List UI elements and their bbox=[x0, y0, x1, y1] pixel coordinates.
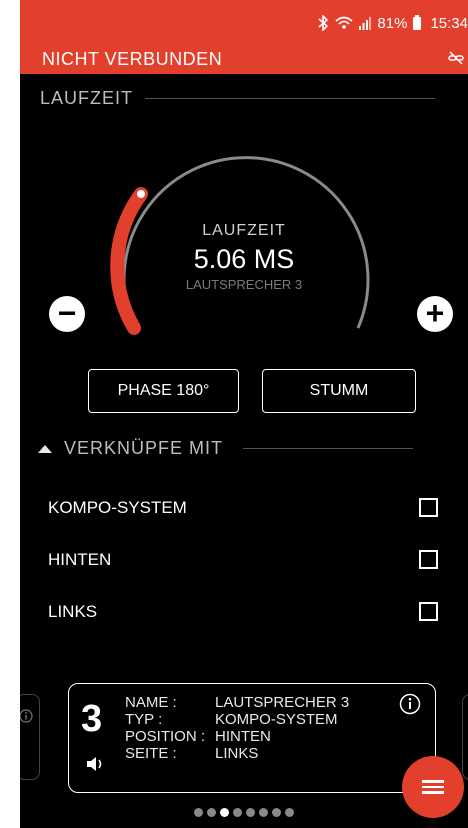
link-option-row[interactable]: HINTEN bbox=[20, 540, 468, 580]
link-section-header[interactable]: VERKNÜPFE MIT bbox=[20, 438, 414, 459]
page-dot[interactable] bbox=[194, 808, 203, 817]
dial-label: LAUFZEIT bbox=[202, 222, 286, 239]
position-value: HINTEN bbox=[215, 728, 271, 745]
delay-dial[interactable]: LAUFZEIT 5.06 MS LAUTSPRECHER 3 − + bbox=[20, 110, 468, 350]
laufzeit-section-header: LAUFZEIT bbox=[20, 88, 436, 109]
speaker-info-labels: NAME : TYP : POSITION : SEITE : bbox=[125, 694, 205, 762]
mute-button[interactable]: STUMM bbox=[262, 369, 416, 413]
clock: 15:34 bbox=[430, 14, 468, 32]
page-indicator bbox=[20, 808, 468, 817]
status-bar: 81% 15:34 bbox=[20, 0, 468, 45]
option-label: LINKS bbox=[48, 602, 98, 621]
delay-value: 5.06 MS bbox=[193, 244, 295, 274]
phase-button[interactable]: PHASE 180° bbox=[88, 369, 239, 413]
section-title: VERKNÜPFE MIT bbox=[64, 438, 224, 458]
info-icon[interactable] bbox=[399, 693, 421, 720]
link-option-row[interactable]: KOMPO-SYSTEM bbox=[20, 488, 468, 528]
page-dot[interactable] bbox=[207, 808, 216, 817]
page-dot[interactable] bbox=[259, 808, 268, 817]
speaker-name: LAUTSPRECHER 3 bbox=[185, 277, 303, 292]
page-dot-active[interactable] bbox=[220, 808, 229, 817]
option-label: KOMPO-SYSTEM bbox=[48, 498, 187, 517]
type-value: KOMPO-SYSTEM bbox=[215, 711, 338, 728]
side-value: LINKS bbox=[215, 745, 259, 762]
type-label: TYP : bbox=[125, 711, 163, 728]
app-header: NICHT VERBUNDEN bbox=[20, 45, 468, 74]
name-value: LAUTSPRECHER 3 bbox=[215, 694, 350, 711]
bluetooth-icon bbox=[317, 15, 329, 31]
battery-icon bbox=[413, 14, 424, 30]
link-off-icon[interactable] bbox=[448, 50, 464, 71]
increase-button[interactable]: + bbox=[417, 296, 453, 332]
menu-fab-button[interactable] bbox=[402, 756, 464, 818]
battery-percent: 81% bbox=[377, 14, 408, 32]
divider bbox=[145, 98, 436, 99]
speaker-icon bbox=[85, 754, 107, 779]
page-dot[interactable] bbox=[233, 808, 242, 817]
option-checkbox[interactable] bbox=[419, 602, 438, 621]
connection-status-title: NICHT VERBUNDEN bbox=[42, 49, 223, 69]
section-title: LAUFZEIT bbox=[40, 88, 134, 108]
name-label: NAME : bbox=[125, 694, 177, 711]
option-checkbox[interactable] bbox=[419, 498, 438, 517]
position-label: POSITION : bbox=[125, 728, 206, 745]
info-icon bbox=[20, 709, 33, 728]
decrease-button[interactable]: − bbox=[49, 296, 85, 332]
page-dot[interactable] bbox=[285, 808, 294, 817]
page-dot[interactable] bbox=[272, 808, 281, 817]
signal-icon bbox=[359, 16, 372, 30]
speaker-number: 3 bbox=[81, 698, 103, 740]
option-checkbox[interactable] bbox=[419, 550, 438, 569]
triangle-up-icon[interactable] bbox=[38, 444, 52, 454]
app-screen: 81% 15:34 NICHT VERBUNDEN LAUFZEIT LAUFZ… bbox=[20, 0, 468, 828]
page-dot[interactable] bbox=[246, 808, 255, 817]
menu-icon bbox=[422, 777, 444, 797]
wifi-icon bbox=[335, 16, 353, 30]
side-label: SEITE : bbox=[125, 745, 177, 762]
option-label: HINTEN bbox=[48, 550, 112, 569]
speaker-info-values: LAUTSPRECHER 3 KOMPO-SYSTEM HINTEN LINKS bbox=[215, 694, 349, 762]
link-option-row[interactable]: LINKS bbox=[20, 592, 468, 632]
status-indicators: 81% 15:34 bbox=[317, 13, 468, 33]
next-speaker-card[interactable] bbox=[462, 694, 468, 780]
divider bbox=[243, 448, 414, 449]
speaker-card[interactable]: 3 NAME : TYP : POSITION : SEITE : LAUTSP… bbox=[68, 683, 436, 793]
previous-speaker-card[interactable] bbox=[20, 694, 40, 780]
